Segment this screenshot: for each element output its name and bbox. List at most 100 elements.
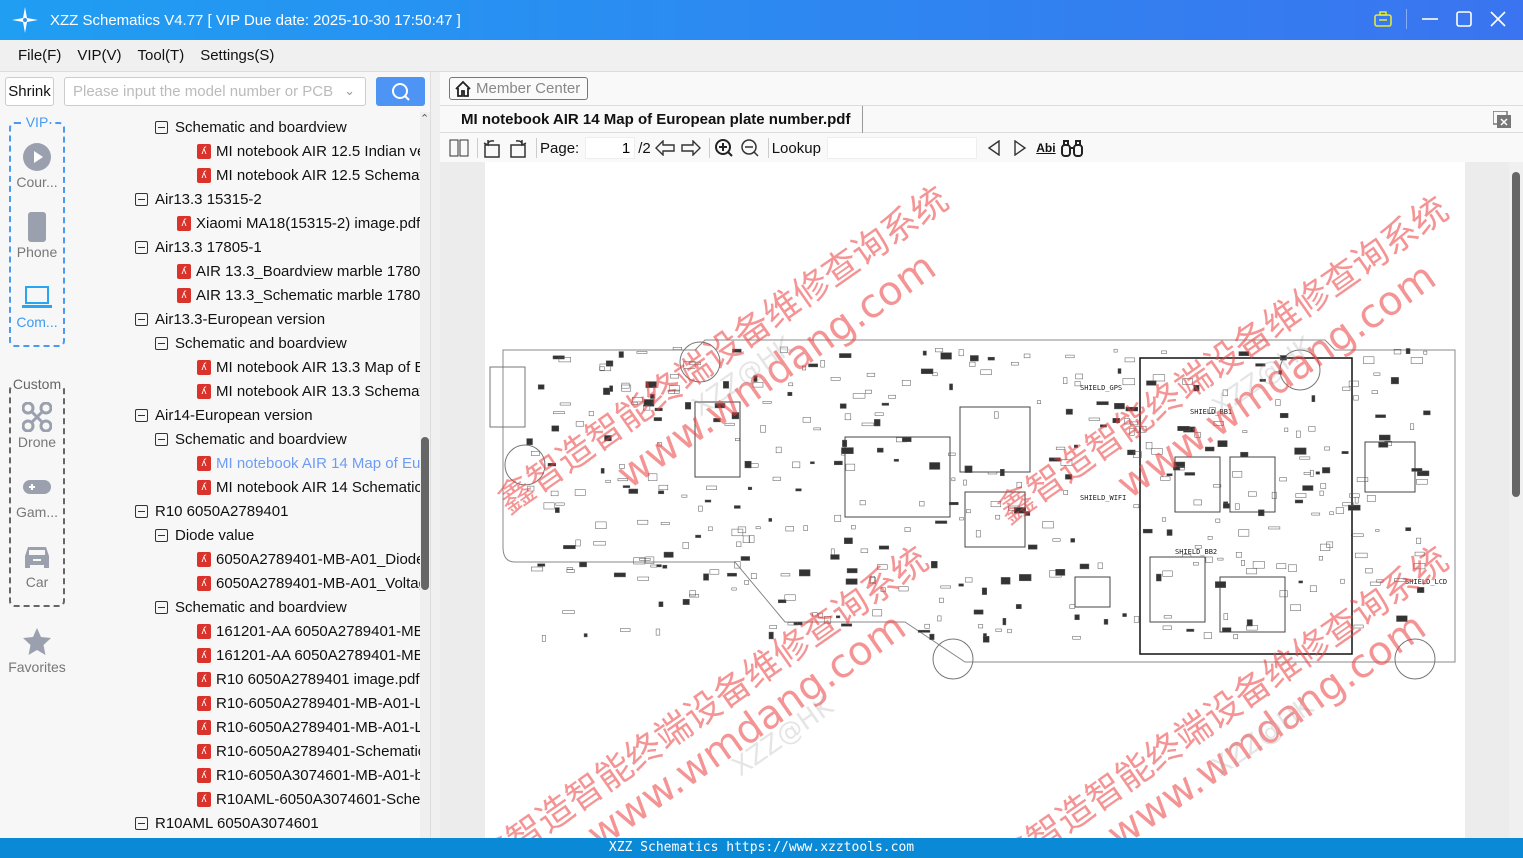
match-case-button[interactable]: Abi [1035,137,1057,159]
scroll-up-icon[interactable]: ⌃ [420,112,429,125]
menu-settings[interactable]: Settings(S) [200,47,274,64]
tree-item-pdf[interactable]: ʎ AIR 13.3_Schematic marble 17805-1.p [177,283,420,307]
menu-vip[interactable]: VIP(V) [77,47,121,64]
tree-item-folder[interactable]: Diode value [155,523,420,547]
tree-scrollbar-thumb[interactable] [421,437,429,590]
next-page-icon[interactable] [680,137,702,159]
tree-item-folder[interactable]: Schematic and boardview [155,115,420,139]
document-scrollbar[interactable] [1509,162,1523,838]
component [559,402,571,406]
tree-item-pdf[interactable]: ʎ 6050A2789401-MB-A01_Voltage diagram [197,571,420,595]
component [1025,511,1031,516]
component [755,526,761,530]
page-number-input[interactable] [585,137,636,159]
tree-item-folder[interactable]: Air13.3 15315-2 [135,187,420,211]
zoom-in-icon[interactable] [713,137,735,159]
tree-item-pdf[interactable]: ʎ 161201-AA 6050A2789401-MB-A01 [197,619,420,643]
component [902,436,912,442]
category-computer[interactable]: Com... [0,282,74,330]
component [834,514,842,522]
tree-item-pdf[interactable]: ʎ MI notebook AIR 13.3 Map of European [197,355,420,379]
component [650,394,655,399]
component [964,465,973,473]
document-scrollbar-thumb[interactable] [1512,172,1520,497]
binoculars-icon[interactable] [1060,137,1083,159]
tree-item-folder[interactable]: Air13.3-European version [135,307,420,331]
collapse-icon[interactable] [135,240,148,254]
menu-tool[interactable]: Tool(T) [138,47,185,64]
collapse-icon[interactable] [155,528,168,542]
collapse-icon[interactable] [155,600,168,614]
shrink-button[interactable]: Shrink [5,77,54,106]
collapse-icon[interactable] [155,432,168,446]
pdf-file-icon: ʎ [197,743,211,759]
tree-item-pdf[interactable]: ʎ MI notebook AIR 13.3 Schematic [197,379,420,403]
collapse-icon[interactable] [155,120,168,134]
category-drone[interactable]: Drone [0,402,74,450]
close-all-tabs-icon[interactable] [1492,110,1511,128]
tab-document[interactable]: MI notebook AIR 14 Map of European plate… [440,106,864,133]
tree-item-folder[interactable]: Schematic and boardview [155,331,420,355]
category-phone[interactable]: Phone [0,212,74,260]
tree-item-pdf[interactable]: ʎ R10-6050A2789401-Schematic.pdf [197,739,420,763]
menu-file[interactable]: File(F) [18,47,61,64]
tree-item-folder[interactable]: Schematic and boardview [155,427,420,451]
component [595,521,607,529]
component [830,548,835,556]
collapse-icon[interactable] [135,408,148,422]
component [685,402,692,410]
find-previous-icon[interactable] [983,137,1005,159]
two-page-view-icon[interactable] [448,137,470,159]
tree-item-pdf[interactable]: ʎ MI notebook AIR 14 Map of European [197,451,420,475]
collapse-icon[interactable] [135,816,148,830]
component [1311,395,1316,402]
tree-item-pdf[interactable]: ʎ R10-6050A2789401-MB-A01-Location [197,691,420,715]
rotate-right-icon[interactable] [507,137,529,159]
tree-item-pdf[interactable]: ʎ Xiaomi MA18(15315-2) image.pdf [177,211,420,235]
tree-item-pdf[interactable]: ʎ AIR 13.3_Boardview marble 17805-1. [177,259,420,283]
search-button[interactable] [376,77,425,106]
tree-item-pdf[interactable]: ʎ 161201-AA 6050A2789401-MB-A01 [197,643,420,667]
component [792,461,801,469]
tree-item-pdf[interactable]: ʎ MI notebook AIR 12.5 Indian version [197,139,420,163]
rotate-left-icon[interactable] [481,137,503,159]
category-gaming[interactable]: Gam... [0,472,74,520]
collapse-icon[interactable] [155,336,168,350]
close-button[interactable] [1487,8,1509,30]
collapse-icon[interactable] [135,504,148,518]
category-label: Phone [16,244,58,260]
tree-item-pdf[interactable]: ʎ 6050A2789401-MB-A01_Diode value [197,547,420,571]
component [526,438,533,445]
briefcase-icon[interactable] [1372,8,1394,30]
previous-page-icon[interactable] [654,137,676,159]
tree-item-pdf[interactable]: ʎ R10-6050A2789401-MB-A01-Location [197,715,420,739]
tree-item-folder[interactable]: R10AML 6050A3074601 [135,811,420,835]
find-next-icon[interactable] [1009,137,1031,159]
model-search-combobox[interactable]: ⌄ [64,77,366,106]
tree-item-pdf[interactable]: ʎ R10-6050A3074601-MB-A01-boardview [197,763,420,787]
maximize-button[interactable] [1453,8,1475,30]
category-courses[interactable]: Cour... [0,142,74,190]
component [1130,421,1138,426]
tree-item-folder[interactable]: R10 6050A2789401 [135,499,420,523]
component [940,352,952,360]
category-car[interactable]: Car [0,542,74,590]
tree-item-folder[interactable]: Air14-European version [135,403,420,427]
tree-item-pdf[interactable]: ʎ MI notebook AIR 14 Schematic diagram [197,475,420,499]
member-center-button[interactable]: Member Center [449,77,588,100]
tree-item-pdf[interactable]: ʎ R10 6050A2789401 image.pdf [197,667,420,691]
tree-item-pdf[interactable]: ʎ R10AML-6050A3074601-Schematic [197,787,420,811]
category-favorites[interactable]: Favorites [0,627,74,675]
component [919,501,925,507]
tree-item-folder[interactable]: Air13.3 17805-1 [135,235,420,259]
tree-scrollbar[interactable]: ⌃ [420,112,430,838]
chevron-down-icon[interactable]: ⌄ [344,83,355,99]
minimize-button[interactable] [1419,8,1441,30]
model-search-input[interactable] [73,83,333,100]
lookup-input[interactable] [826,137,977,159]
zoom-out-icon[interactable] [739,137,761,159]
collapse-icon[interactable] [135,312,148,326]
collapse-icon[interactable] [135,192,148,206]
tree-item-pdf[interactable]: ʎ MI notebook AIR 12.5 Schematic [197,163,420,187]
tree-item-folder[interactable]: Schematic and boardview [155,595,420,619]
